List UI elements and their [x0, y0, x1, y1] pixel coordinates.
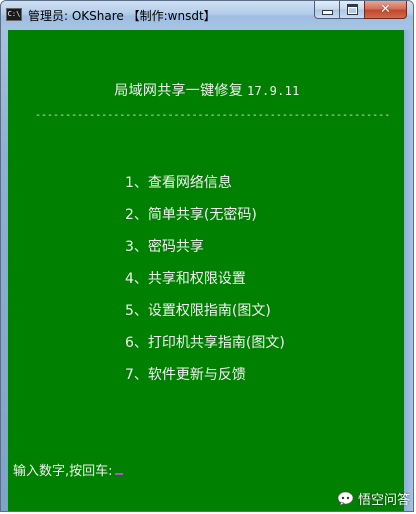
menu-item-6: 6、打印机共享指南(图文)	[125, 335, 285, 351]
menu-item-4: 4、共享和权限设置	[125, 271, 246, 287]
menu-item-2: 2、简单共享(无密码)	[125, 207, 257, 223]
window-right-frame	[404, 30, 413, 511]
maximize-icon	[346, 4, 358, 15]
minimize-button[interactable]	[314, 1, 340, 19]
option-menu: 1、查看网络信息 2、简单共享(无密码) 3、密码共享 4、共享和权限设置 5、…	[125, 173, 285, 397]
close-button[interactable]: ✕	[364, 1, 407, 19]
prompt-label: 输入数字,按回车:	[13, 464, 113, 479]
watermark-text: 悟空问答	[357, 493, 410, 508]
console-window: C:\ 管理员: OKShare 【制作:wnsdt】 ✕ 局域网共享一键修复 1…	[0, 0, 414, 512]
close-icon: ✕	[380, 2, 391, 17]
menu-item-1: 1、查看网络信息	[125, 175, 232, 191]
watermark: 悟空问答	[337, 489, 410, 508]
minimize-icon	[321, 10, 333, 15]
chat-bubble-logo-icon	[337, 491, 354, 506]
window-title: 管理员: OKShare 【制作:wnsdt】	[28, 9, 216, 23]
title-bar[interactable]: C:\ 管理员: OKShare 【制作:wnsdt】 ✕	[1, 1, 413, 29]
program-heading: 局域网共享一键修复 17.9.11	[8, 80, 406, 100]
menu-item-7: 7、软件更新与反馈	[125, 367, 246, 383]
maximize-button[interactable]	[339, 1, 365, 19]
console-area[interactable]: 局域网共享一键修复 17.9.11 -----------------------…	[8, 30, 406, 511]
window-controls: ✕	[314, 1, 407, 21]
program-version: 17.9.11	[247, 84, 300, 98]
menu-item-5: 5、设置权限指南(图文)	[125, 303, 271, 319]
input-prompt[interactable]: 输入数字,按回车:	[13, 460, 123, 479]
program-title: 局域网共享一键修复	[114, 83, 243, 99]
menu-item-3: 3、密码共享	[125, 239, 204, 255]
divider-line: ----------------------------------------…	[35, 110, 391, 121]
console-icon[interactable]: C:\	[6, 8, 22, 21]
text-cursor	[114, 473, 123, 475]
